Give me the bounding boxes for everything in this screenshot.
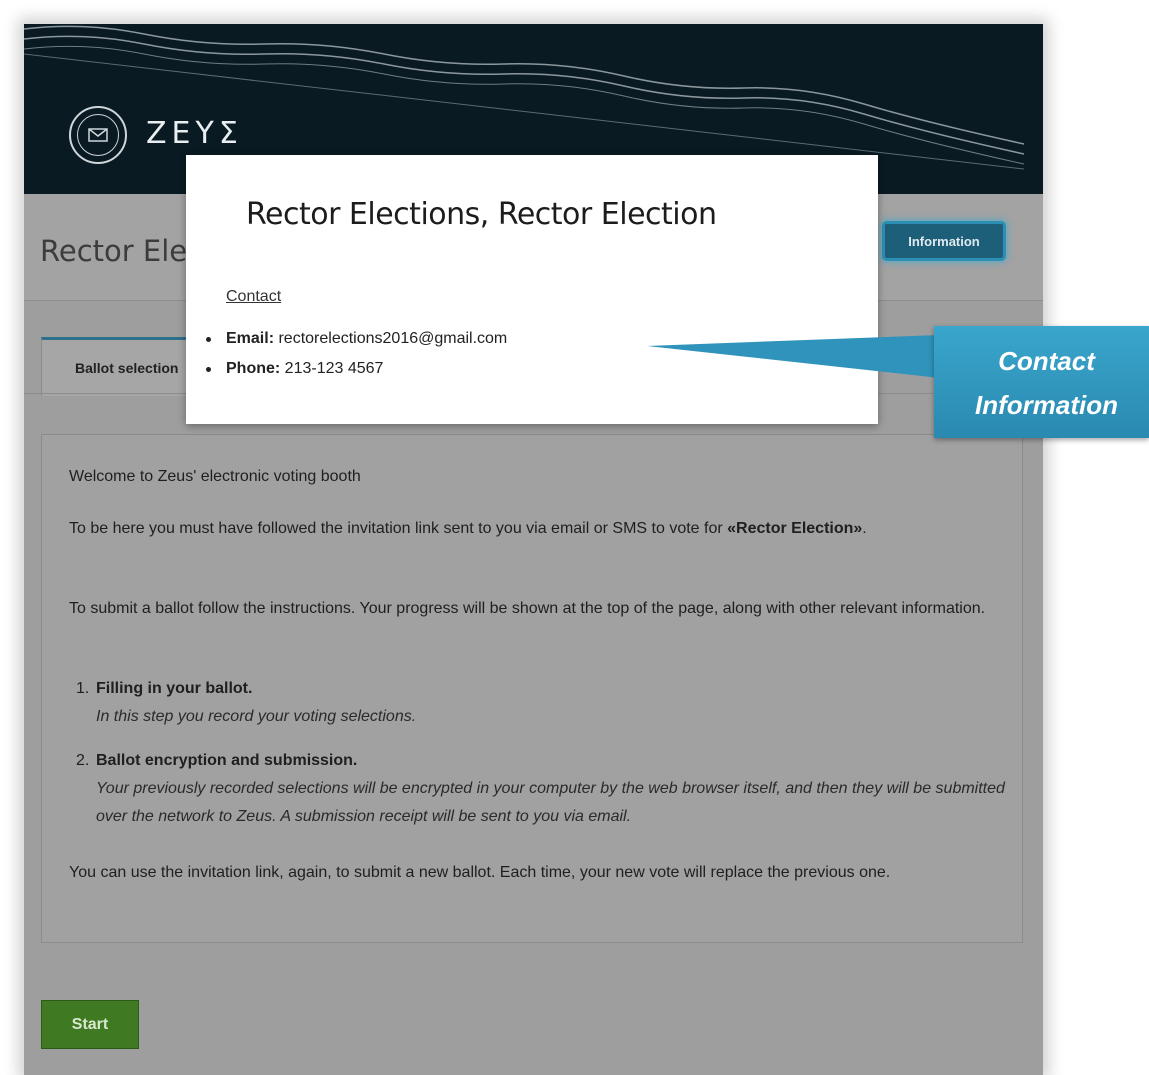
callout-line-1: Contact bbox=[998, 346, 1095, 376]
start-button[interactable]: Start bbox=[41, 1000, 139, 1049]
step-title: Filling in your ballot. bbox=[96, 680, 253, 697]
information-button[interactable]: Information bbox=[882, 221, 1006, 261]
modal-title: Rector Elections, Rector Election bbox=[246, 197, 717, 232]
instructions-text: To submit a ballot follow the instructio… bbox=[69, 600, 986, 617]
tab-label: Ballot selection bbox=[75, 360, 179, 376]
step-description: In this step you record your voting sele… bbox=[96, 708, 417, 725]
logo-seal-icon bbox=[69, 106, 127, 164]
step-number: 1. bbox=[76, 680, 90, 697]
instructions-panel: Welcome to Zeus' electronic voting booth… bbox=[41, 434, 1023, 943]
intro-text: To be here you must have followed the in… bbox=[69, 515, 999, 543]
intro-prefix: To be here you must have followed the in… bbox=[69, 520, 728, 537]
step-description: Your previously recorded selections will… bbox=[96, 780, 1005, 825]
contact-information-callout: Contact Information bbox=[934, 326, 1149, 438]
contact-link[interactable]: Contact bbox=[226, 288, 281, 306]
contact-label: Email: bbox=[226, 330, 275, 347]
contact-modal: Rector Elections, Rector Election Contac… bbox=[186, 155, 878, 424]
logo-text: ΖΕΥΣ bbox=[146, 116, 243, 151]
footer-note: You can use the invitation link, again, … bbox=[69, 864, 891, 881]
email-value[interactable]: rectorelections2016@gmail.com bbox=[278, 330, 507, 347]
bullet-icon bbox=[206, 337, 211, 342]
welcome-text: Welcome to Zeus' electronic voting booth bbox=[69, 468, 361, 485]
contact-label: Phone: bbox=[226, 360, 281, 377]
step-title: Ballot encryption and submission. bbox=[96, 752, 358, 769]
election-title: Rector Ele bbox=[40, 234, 188, 268]
callout-line-2: Information bbox=[975, 390, 1118, 420]
bullet-icon bbox=[206, 367, 211, 372]
election-name: «Rector Election» bbox=[727, 520, 863, 537]
intro-suffix: . bbox=[862, 520, 867, 537]
phone-value: 213-123 4567 bbox=[284, 360, 384, 377]
step-number: 2. bbox=[76, 752, 90, 769]
